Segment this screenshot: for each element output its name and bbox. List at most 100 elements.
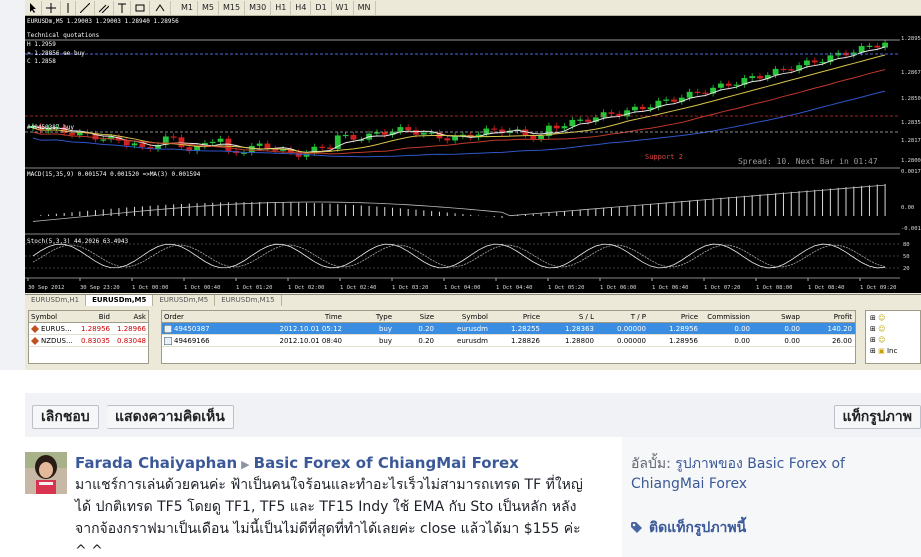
album-prefix: อัลบั้ม:	[631, 456, 671, 472]
candle-body	[561, 126, 568, 129]
market-watch-row[interactable]: EURUS... 1.28956 1.28966	[29, 323, 148, 335]
order-profit: 26.00	[831, 336, 852, 345]
candle-body	[569, 119, 576, 127]
expand-icon: ⊞	[870, 347, 876, 355]
vertical-line-tool-button[interactable]	[61, 0, 76, 15]
photo-sidebar: อัลบั้ม: รูปภาพของ Basic Forex of Chiang…	[622, 437, 921, 557]
timeframe-button-m5[interactable]: M5	[198, 0, 219, 15]
channel-tool-button[interactable]	[95, 0, 114, 15]
page-link[interactable]: Basic Forex of ChiangMai Forex	[254, 454, 519, 472]
col-swap[interactable]: Swap	[752, 313, 802, 321]
order-row[interactable]: 49469166 2012.10.01 08:40 buy 0.20 eurus…	[162, 335, 855, 347]
time-tick-label: 1 Oct 02:00	[288, 285, 324, 291]
col-sl[interactable]: S / L	[542, 313, 596, 321]
price-tick-label: 1.2800	[901, 158, 921, 164]
order-id: 49450387	[174, 324, 210, 333]
macd-signal-line	[32, 184, 886, 222]
time-tick-label: 1 Oct 07:20	[704, 285, 740, 291]
smiley-icon: ☺	[878, 325, 886, 333]
candle-body	[248, 145, 255, 153]
candle-body	[780, 68, 787, 71]
trendline-tool-button[interactable]	[76, 0, 95, 15]
timeframe-button-m15[interactable]: M15	[219, 0, 246, 15]
order-price: 1.28826	[511, 336, 540, 345]
candle-body	[491, 128, 498, 130]
post-header: Farada Chaiyaphan ▶ Basic Forex of ChiangM…	[75, 454, 519, 472]
chart-label: » 1.28856 ee buy	[27, 50, 85, 57]
navigator-node[interactable]: ⊞ ☺	[870, 324, 916, 335]
time-tick-label: 1 Oct 04:00	[444, 285, 480, 291]
col-commission[interactable]: Commission	[700, 313, 752, 321]
mw-col-ask[interactable]: Ask	[112, 313, 148, 321]
timeframe-button-m1[interactable]: M1	[177, 0, 198, 15]
col-order[interactable]: Order	[162, 313, 244, 321]
label-tool-button[interactable]	[131, 0, 150, 15]
unlike-button[interactable]: เลิกชอบ	[32, 405, 99, 429]
chart-tab[interactable]: EURUSDm,M5	[153, 295, 216, 306]
tag-photo-link[interactable]: ติดแท็กรูปภาพนี้	[631, 517, 746, 539]
chart-tab[interactable]: EURUSDm,H1	[25, 295, 87, 306]
chart-tab[interactable]: EURUSDm,M5	[86, 295, 154, 306]
col-profit[interactable]: Profit	[802, 313, 854, 321]
order-size: 0.20	[418, 324, 434, 333]
ma-mid-line	[32, 54, 886, 154]
folder-icon: ▣	[878, 347, 885, 355]
col-tp[interactable]: T / P	[596, 313, 648, 321]
author-link[interactable]: Farada Chaiyaphan	[75, 454, 237, 472]
time-tick-label: 1 Oct 06:40	[652, 285, 688, 291]
triangle-right-icon: ▶	[241, 458, 250, 471]
order-type: buy	[378, 324, 392, 333]
candle-body	[686, 91, 693, 98]
navigator-node[interactable]: ⊞ ▣ Inc	[870, 346, 916, 357]
timeframe-button-h4[interactable]: H4	[291, 0, 312, 15]
timeframe-button-mn[interactable]: MN	[354, 0, 376, 15]
price-scale-canvas: 1.2895 1.2867 1.2850 1.2835 1.2817 1.2800 0.00…	[901, 36, 921, 272]
photo-action-bar: เลิกชอบ แสดงความคิดเห็น แท็กรูปภาพ	[25, 393, 921, 437]
arrows-tool-button[interactable]	[150, 0, 171, 15]
col-size[interactable]: Size	[394, 313, 436, 321]
price-tick-label: 1.2835	[901, 120, 921, 126]
mw-symbol: NZDUS...	[41, 336, 73, 345]
order-time: 2012.10.01 05:12	[279, 324, 342, 333]
mw-col-symbol[interactable]: Symbol	[29, 313, 74, 321]
time-tick-label: 1 Oct 04:40	[496, 285, 532, 291]
candle-body	[444, 138, 451, 141]
order-commission: 0.00	[734, 336, 750, 345]
candle-body	[671, 99, 677, 102]
candle-body	[694, 91, 701, 93]
candle-body	[397, 127, 404, 132]
timeframe-button-d1[interactable]: D1	[311, 0, 332, 15]
candle-body	[804, 60, 810, 66]
navigator-panel: ⊞ ☺ ⊞ ☺ ⊞ ☺ ⊞ ▣ Inc	[865, 310, 921, 364]
order-tp: 0.00000	[617, 324, 646, 333]
col-type[interactable]: Type	[344, 313, 394, 321]
avatar-photo	[25, 452, 67, 494]
col-price[interactable]: Price	[490, 313, 542, 321]
navigator-node[interactable]: ⊞ ☺	[870, 313, 916, 324]
timeframe-button-h1[interactable]: H1	[271, 0, 292, 15]
order-row[interactable]: 49450387 2012.10.01 05:12 buy 0.20 eurus…	[162, 323, 855, 335]
avatar[interactable]	[25, 452, 67, 494]
market-watch-row[interactable]: NZDUS... 0.83035 0.83048	[29, 335, 148, 347]
mw-col-bid[interactable]: Bid	[74, 313, 112, 321]
price-scale[interactable]: 1.2895 1.2867 1.2850 1.2835 1.2817 1.2800 0.00…	[900, 16, 921, 293]
tag-photo-button[interactable]: แท็กรูปภาพ	[833, 405, 921, 429]
price-chart[interactable]: EURUSDm,M5 1.29003 1.29003 1.28940 1.289…	[25, 16, 905, 293]
order-symbol: eurusdm	[457, 336, 488, 345]
order-id: 49469166	[174, 336, 210, 345]
candle-body	[264, 143, 271, 149]
chart-toolbar: M1 M5 M15 M30 H1 H4 D1 W1 MN	[25, 0, 921, 16]
timeframe-button-m30[interactable]: M30	[245, 0, 272, 15]
comment-button[interactable]: แสดงความคิดเห็น	[107, 405, 234, 429]
col-time[interactable]: Time	[244, 313, 344, 321]
crosshair-tool-button[interactable]	[42, 0, 61, 15]
col-symbol[interactable]: Symbol	[436, 313, 490, 321]
macd-tick-label: 0.0017	[901, 169, 921, 175]
cursor-tool-button[interactable]	[25, 0, 42, 15]
timeframe-button-w1[interactable]: W1	[332, 0, 354, 15]
text-tool-button[interactable]	[114, 0, 131, 15]
col-current-price[interactable]: Price	[648, 313, 700, 321]
candle-body	[178, 137, 185, 148]
chart-tab[interactable]: EURUSDm,M15	[215, 295, 282, 306]
navigator-node[interactable]: ⊞ ☺	[870, 335, 916, 346]
